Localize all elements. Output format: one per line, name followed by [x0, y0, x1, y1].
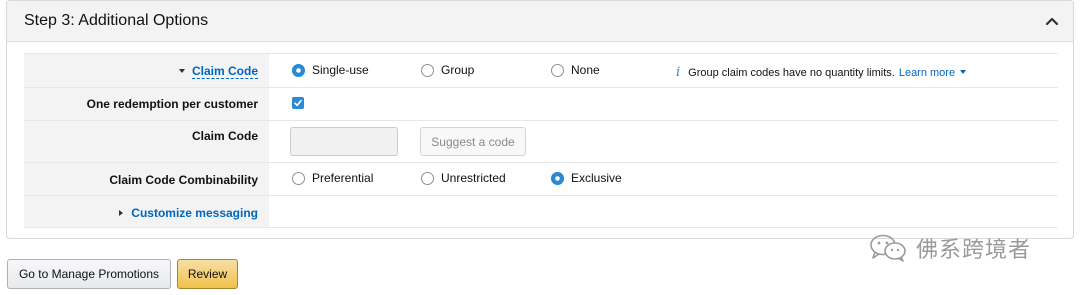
radio-selected-icon[interactable] — [292, 63, 305, 77]
radio-label: None — [571, 63, 600, 77]
radio-label: Single-use — [312, 63, 369, 77]
claim-code-input[interactable] — [290, 127, 398, 156]
radio-unselected-icon[interactable] — [292, 171, 305, 185]
customize-row: Customize messaging — [24, 196, 1058, 229]
caret-down-icon — [178, 68, 185, 73]
claim-type-dropdown[interactable]: Claim Code — [191, 64, 258, 79]
info-text: Group claim codes have no quantity limit… — [688, 66, 895, 79]
claim-code-label: Claim Code — [191, 129, 258, 143]
radio-unselected-icon[interactable] — [551, 63, 564, 77]
radio-label: Unrestricted — [441, 171, 506, 185]
radio-unselected-icon[interactable] — [421, 63, 434, 77]
additional-options-panel: Step 3: Additional Options Claim Code Si… — [6, 0, 1074, 239]
manage-promotions-button[interactable]: Go to Manage Promotions — [7, 259, 171, 289]
one-redemption-row: One redemption per customer — [24, 88, 1058, 121]
chevron-up-icon[interactable] — [1045, 14, 1059, 28]
learn-more-link[interactable]: Learn more — [899, 67, 955, 79]
claim-code-row: Claim Code Suggest a code — [24, 121, 1058, 163]
radio-exclusive[interactable]: Exclusive — [551, 171, 622, 185]
radio-label: Exclusive — [571, 171, 622, 185]
caret-down-icon[interactable] — [960, 69, 967, 74]
caret-right-icon[interactable] — [119, 209, 124, 216]
radio-none[interactable]: None — [551, 63, 600, 77]
one-redemption-label: One redemption per customer — [86, 97, 258, 111]
radio-single-use[interactable]: Single-use — [292, 63, 369, 77]
checkmark-icon — [294, 99, 302, 107]
combinability-label: Claim Code Combinability — [109, 173, 258, 187]
radio-unrestricted[interactable]: Unrestricted — [421, 171, 506, 185]
claim-type-label[interactable]: Claim Code — [178, 64, 258, 79]
info-note: i Group claim codes have no quantity lim… — [676, 65, 967, 80]
wechat-icon — [870, 234, 906, 262]
radio-selected-icon[interactable] — [551, 171, 564, 185]
radio-label: Preferential — [312, 171, 374, 185]
watermark: 佛系跨境者 — [868, 232, 1031, 264]
options-form: Claim Code Single-use Group None i Group… — [24, 53, 1058, 228]
customize-messaging-toggle[interactable]: Customize messaging — [119, 206, 258, 220]
combinability-row: Claim Code Combinability Preferential Un… — [24, 163, 1058, 196]
radio-preferential[interactable]: Preferential — [292, 171, 373, 185]
radio-unselected-icon[interactable] — [421, 171, 434, 185]
customize-messaging-link[interactable]: Customize messaging — [131, 206, 258, 220]
panel-header[interactable]: Step 3: Additional Options — [7, 1, 1073, 42]
radio-group[interactable]: Group — [421, 63, 474, 77]
radio-label: Group — [441, 63, 475, 77]
review-button[interactable]: Review — [177, 259, 238, 289]
suggest-code-button[interactable]: Suggest a code — [420, 127, 526, 156]
claim-type-row: Claim Code Single-use Group None i Group… — [24, 54, 1058, 88]
panel-title: Step 3: Additional Options — [24, 12, 209, 29]
one-redemption-checkbox[interactable] — [292, 97, 304, 109]
watermark-text: 佛系跨境者 — [916, 238, 1032, 263]
info-icon: i — [676, 65, 681, 80]
